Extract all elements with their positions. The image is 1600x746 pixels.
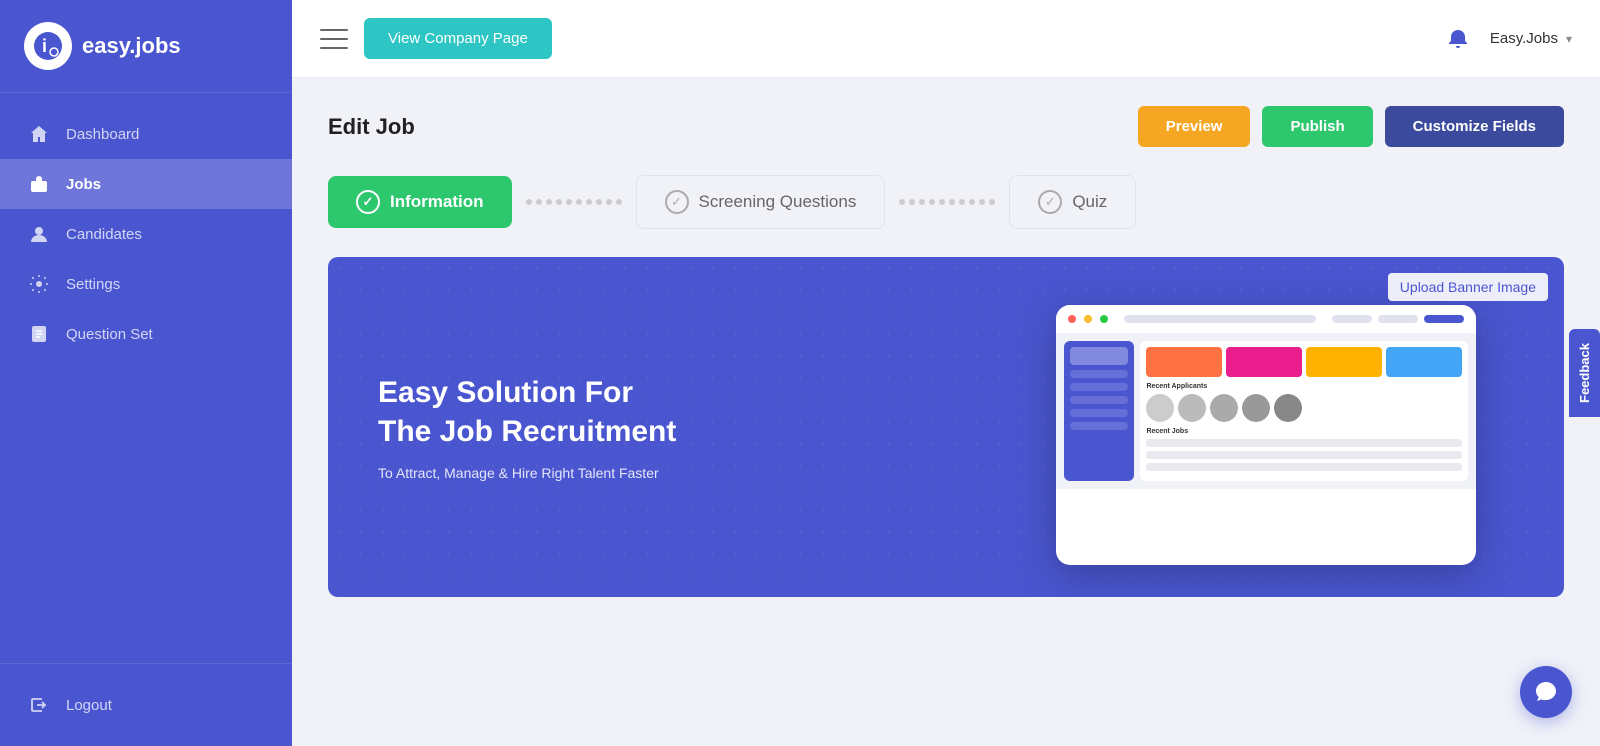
sidebar-item-dashboard[interactable]: Dashboard xyxy=(0,109,292,159)
dot xyxy=(929,199,935,205)
dot xyxy=(596,199,602,205)
logo-icon: i xyxy=(24,22,72,70)
sidebar-item-jobs[interactable]: Jobs xyxy=(0,159,292,209)
step-screening[interactable]: ✓ Screening Questions xyxy=(636,175,886,229)
candidates-icon xyxy=(28,223,50,245)
step-quiz[interactable]: ✓ Quiz xyxy=(1009,175,1136,229)
banner-headline: Easy Solution For The Job Recruitment xyxy=(378,373,919,451)
sidebar-nav: Dashboard Jobs Candidates xyxy=(0,93,292,663)
stat-orange xyxy=(1146,347,1222,377)
feedback-tab[interactable]: Feedback xyxy=(1569,329,1600,417)
dot xyxy=(566,199,572,205)
sidebar-item-candidates-label: Candidates xyxy=(66,226,142,243)
sidebar: i easy.jobs Dashboard Jobs xyxy=(0,0,292,746)
step-quiz-icon: ✓ xyxy=(1038,190,1062,214)
dot xyxy=(536,199,542,205)
sidebar-item-question-set[interactable]: Question Set xyxy=(0,309,292,359)
sidebar-item-question-set-label: Question Set xyxy=(66,326,153,343)
step-dots-2 xyxy=(885,199,1009,205)
banner-subtext: To Attract, Manage & Hire Right Talent F… xyxy=(378,465,919,481)
content-area: Edit Job Preview Publish Customize Field… xyxy=(292,78,1600,746)
dot xyxy=(919,199,925,205)
action-buttons: Preview Publish Customize Fields xyxy=(1138,106,1564,147)
steps-row: ✓ Information ✓ Screening Questions xyxy=(328,175,1564,229)
logout-label: Logout xyxy=(66,697,112,714)
window-dot-green xyxy=(1100,315,1108,323)
sidebar-item-settings[interactable]: Settings xyxy=(0,259,292,309)
sidebar-item-dashboard-label: Dashboard xyxy=(66,126,139,143)
dot xyxy=(909,199,915,205)
step-information[interactable]: ✓ Information xyxy=(328,176,512,228)
step-screening-icon: ✓ xyxy=(665,190,689,214)
laptop-content: Recent Applicants Recent Jobs xyxy=(1056,333,1476,489)
window-dot-yellow xyxy=(1084,315,1092,323)
chevron-down-icon: ▾ xyxy=(1566,32,1572,46)
laptop-topbar xyxy=(1056,305,1476,333)
list-item xyxy=(1146,451,1462,459)
laptop-mockup: Recent Applicants Recent Jobs xyxy=(1056,305,1476,565)
list-item xyxy=(1146,463,1462,471)
upload-banner-link[interactable]: Upload Banner Image xyxy=(1388,273,1548,301)
dot xyxy=(899,199,905,205)
question-set-icon xyxy=(28,323,50,345)
notification-bell-icon[interactable] xyxy=(1442,23,1474,55)
stat-blue xyxy=(1386,347,1462,377)
headline-line2: The Job Recruitment xyxy=(378,415,676,448)
main-content: View Company Page Easy.Jobs ▾ Edit Job P… xyxy=(292,0,1600,746)
dot xyxy=(556,199,562,205)
banner-right: Recent Applicants Recent Jobs xyxy=(969,257,1564,597)
logo-text: easy.jobs xyxy=(82,33,181,59)
user-menu[interactable]: Easy.Jobs ▾ xyxy=(1490,30,1572,47)
dot xyxy=(969,199,975,205)
banner-area: Upload Banner Image Easy Solution For Th… xyxy=(328,257,1564,597)
dot xyxy=(979,199,985,205)
logout-item[interactable]: Logout xyxy=(0,680,292,730)
sidebar-item-settings-label: Settings xyxy=(66,276,120,293)
topbar: View Company Page Easy.Jobs ▾ xyxy=(292,0,1600,78)
dot xyxy=(526,199,532,205)
logout-icon xyxy=(28,694,50,716)
dot xyxy=(939,199,945,205)
sidebar-item-candidates[interactable]: Candidates xyxy=(0,209,292,259)
step-screening-label: Screening Questions xyxy=(699,192,857,212)
window-dot-red xyxy=(1068,315,1076,323)
preview-button[interactable]: Preview xyxy=(1138,106,1251,147)
sidebar-item-jobs-label: Jobs xyxy=(66,176,101,193)
dot xyxy=(586,199,592,205)
home-icon xyxy=(28,123,50,145)
list-item xyxy=(1146,439,1462,447)
gear-icon xyxy=(28,273,50,295)
sidebar-logo: i easy.jobs xyxy=(0,0,292,93)
laptop-main-mini: Recent Applicants Recent Jobs xyxy=(1140,341,1468,481)
briefcase-icon xyxy=(28,173,50,195)
laptop-sidebar-mini xyxy=(1064,341,1134,481)
svg-text:i: i xyxy=(42,36,47,56)
dot xyxy=(616,199,622,205)
edit-job-header: Edit Job Preview Publish Customize Field… xyxy=(328,106,1564,147)
dot xyxy=(949,199,955,205)
stats-row xyxy=(1146,347,1462,377)
dot xyxy=(959,199,965,205)
menu-toggle[interactable] xyxy=(320,29,348,49)
headline-line1: Easy Solution For xyxy=(378,376,633,409)
banner-left: Easy Solution For The Job Recruitment To… xyxy=(328,257,969,597)
stat-pink xyxy=(1226,347,1302,377)
chat-button[interactable] xyxy=(1520,666,1572,718)
dot xyxy=(989,199,995,205)
user-name: Easy.Jobs xyxy=(1490,30,1558,47)
page-title: Edit Job xyxy=(328,114,415,140)
customize-fields-button[interactable]: Customize Fields xyxy=(1385,106,1564,147)
step-check-icon: ✓ xyxy=(356,190,380,214)
dot xyxy=(576,199,582,205)
stat-yellow xyxy=(1306,347,1382,377)
publish-button[interactable]: Publish xyxy=(1262,106,1372,147)
sidebar-logout-section: Logout xyxy=(0,663,292,746)
step-quiz-label: Quiz xyxy=(1072,192,1107,212)
view-company-button[interactable]: View Company Page xyxy=(364,18,552,59)
step-dots-1 xyxy=(512,199,636,205)
dot xyxy=(546,199,552,205)
dot xyxy=(606,199,612,205)
step-information-label: Information xyxy=(390,192,484,212)
